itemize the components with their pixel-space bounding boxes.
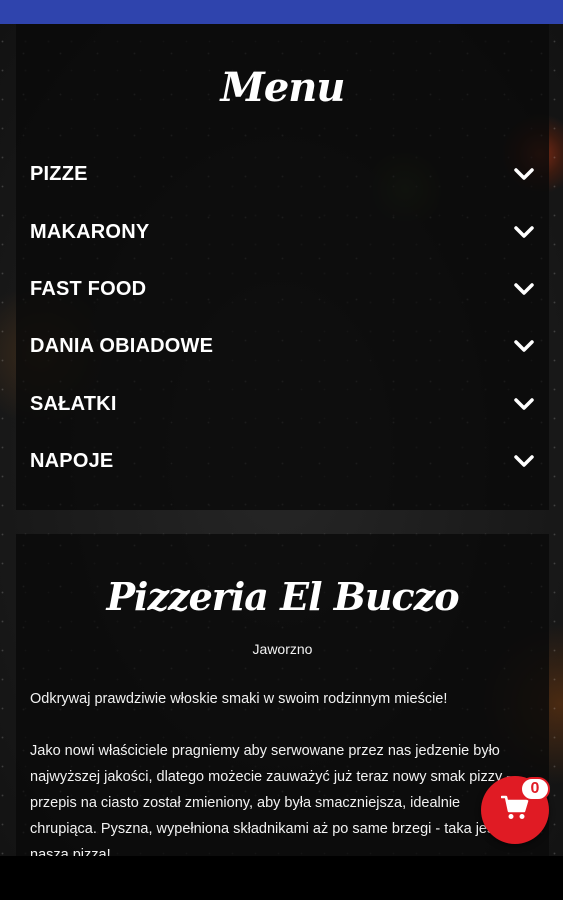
chevron-down-icon[interactable]: [513, 281, 535, 297]
chevron-down-icon[interactable]: [513, 339, 535, 355]
menu-category-label: SAŁATKI: [30, 392, 117, 415]
menu-title: Menu: [220, 64, 346, 111]
navigation-bar: [0, 856, 563, 900]
menu-category-label: DANIA OBIADOWE: [30, 335, 214, 358]
menu-category-list: PIZZE MAKARONY FAST FOOD DANIA OBIADOWE …: [16, 146, 549, 490]
chevron-down-icon[interactable]: [513, 167, 535, 183]
menu-category-dania-obiadowe[interactable]: DANIA OBIADOWE: [16, 318, 549, 375]
restaurant-city: Jaworzno: [252, 641, 313, 657]
menu-category-salatki[interactable]: SAŁATKI: [16, 376, 549, 433]
menu-category-label: MAKARONY: [30, 220, 150, 243]
menu-category-pizze[interactable]: PIZZE: [16, 146, 549, 203]
menu-category-label: NAPOJE: [30, 450, 114, 473]
menu-category-label: PIZZE: [30, 163, 88, 186]
menu-panel: Menu PIZZE MAKARONY FAST FOOD DANIA OBIA…: [16, 24, 549, 510]
about-description: Odkrywaj prawdziwie włoskie smaki w swoi…: [30, 686, 530, 856]
chevron-down-icon[interactable]: [513, 224, 535, 240]
about-paragraph: Odkrywaj prawdziwie włoskie smaki w swoi…: [30, 691, 448, 707]
about-panel: Pizzeria El Buczo Jaworzno Odkrywaj praw…: [16, 534, 549, 856]
menu-category-label: FAST FOOD: [30, 277, 147, 300]
menu-category-fast-food[interactable]: FAST FOOD: [16, 261, 549, 318]
cart-count-badge: 0: [520, 777, 550, 801]
status-bar: [0, 0, 563, 24]
chevron-down-icon[interactable]: [513, 396, 535, 412]
restaurant-name: Pizzeria El Buczo: [106, 574, 459, 619]
about-paragraph: Jako nowi właściciele pragniemy aby serw…: [30, 743, 512, 856]
cart-icon: [500, 795, 529, 825]
chevron-down-icon[interactable]: [513, 454, 535, 470]
menu-category-napoje[interactable]: NAPOJE: [16, 433, 549, 490]
menu-category-makarony[interactable]: MAKARONY: [16, 203, 549, 260]
